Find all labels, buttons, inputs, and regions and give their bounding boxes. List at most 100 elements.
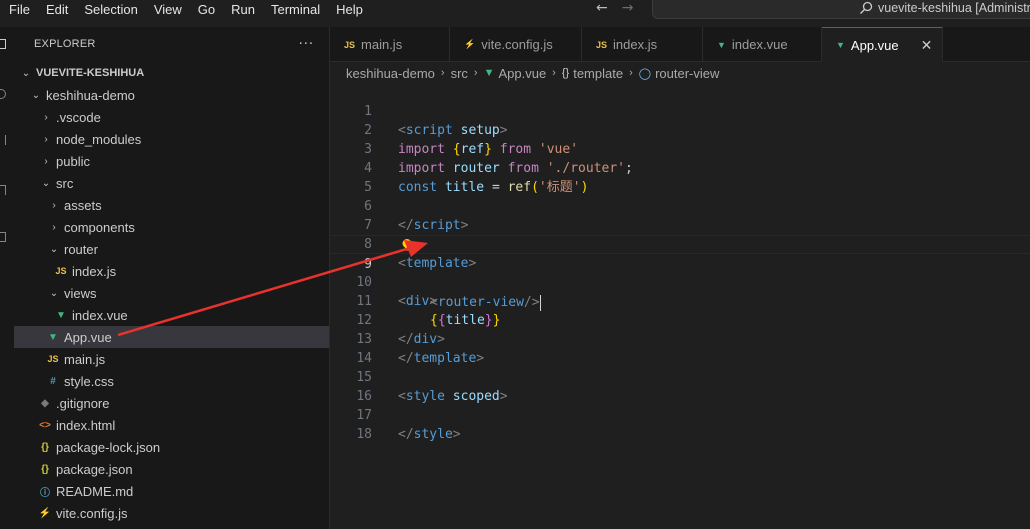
menu-file[interactable]: File — [0, 0, 30, 20]
tree-item-label: index.js — [72, 263, 117, 279]
breadcrumb-section[interactable]: template — [573, 66, 623, 81]
chevron-right-icon: › — [52, 221, 56, 233]
tree-item-label: style.css — [64, 373, 114, 389]
tree-item-label: keshihua-demo — [46, 87, 135, 103]
js-file-icon: JS — [55, 266, 67, 276]
sidebar-title: EXPLORER — [34, 38, 96, 50]
chevron-down-icon: ⌄ — [49, 243, 59, 255]
tree-item-label: router — [64, 241, 98, 257]
tree-item-package-lock-json[interactable]: {} package-lock.json — [14, 436, 329, 458]
tree-item-router-index-js[interactable]: JS index.js — [14, 260, 329, 282]
breadcrumb-folder[interactable]: src — [451, 66, 468, 81]
chevron-right-icon: › — [52, 199, 56, 211]
git-file-icon: ◆ — [41, 397, 49, 409]
menu-edit[interactable]: Edit — [37, 0, 68, 20]
tree-item-label: App.vue — [64, 329, 112, 345]
tree-item-package-json[interactable]: {} package.json — [14, 458, 329, 480]
tree-item-label: components — [64, 219, 135, 235]
title-bar: File Edit Selection View Go Run Terminal… — [0, 0, 1030, 20]
code-line: 17 </style> — [330, 387, 1030, 442]
tree-item-main-js[interactable]: JS main.js — [14, 348, 329, 370]
tree-item-readme[interactable]: ⓘ README.md — [14, 480, 329, 502]
tree-item-views-index-vue[interactable]: ▼ index.vue — [14, 304, 329, 326]
tree-item-label: package.json — [56, 461, 133, 477]
vue-file-icon: ▼ — [483, 67, 495, 79]
chevron-down-icon: ⌄ — [41, 177, 51, 189]
tree-item-keshihua-demo[interactable]: ⌄ keshihua-demo — [14, 84, 329, 106]
tree-item-index-html[interactable]: <> index.html — [14, 414, 329, 436]
close-tab-icon[interactable]: ✕ — [921, 37, 933, 54]
activity-bar — [0, 27, 14, 529]
tree-item-label: .gitignore — [56, 395, 110, 411]
code-line: 8 <template> — [330, 216, 1030, 271]
tab-index-vue[interactable]: ▼ index.vue — [703, 27, 822, 62]
search-icon — [860, 1, 873, 14]
tab-index-js[interactable]: JS index.js — [582, 27, 703, 62]
tree-item-label: vite.config.js — [56, 505, 128, 521]
lightbulb-icon[interactable] — [400, 238, 414, 252]
tree-item-label: src — [56, 175, 74, 191]
code-line: 12 </div> — [330, 292, 1030, 347]
command-center[interactable]: vuevite-keshihua [Administrator] — [652, 0, 1030, 19]
chevron-right-icon: › — [629, 67, 633, 79]
line-number: 18 — [356, 427, 372, 442]
tree-item-app-vue[interactable]: ▼ App.vue — [14, 326, 329, 348]
tree-item-gitignore[interactable]: ◆ .gitignore — [14, 392, 329, 414]
menu-go[interactable]: Go — [189, 0, 215, 20]
run-debug-icon[interactable] — [0, 185, 6, 195]
tree-root[interactable]: ⌄ VUEVITE-KESHIHUA — [14, 62, 329, 84]
code-editor[interactable]: 1 <script setup> 2 import {ref} from 'vu… — [330, 82, 1030, 529]
breadcrumb-file[interactable]: App.vue — [498, 66, 546, 81]
tree-item-router[interactable]: ⌄ router — [14, 238, 329, 260]
chevron-right-icon: › — [552, 67, 556, 79]
more-actions-icon[interactable]: ··· — [299, 37, 314, 52]
vite-file-icon: ⚡ — [464, 39, 476, 49]
breadcrumb: keshihua-demo › src › ▼ App.vue › {} tem… — [346, 63, 719, 83]
tree-root-label: VUEVITE-KESHIHUA — [36, 67, 145, 79]
info-file-icon: ⓘ — [40, 487, 50, 499]
tree-item-vite-config[interactable]: ⚡ vite.config.js — [14, 502, 329, 524]
source-control-icon[interactable] — [0, 135, 6, 145]
search-activity-icon[interactable] — [0, 89, 6, 99]
code-line: 7 — [330, 197, 1030, 233]
menu-view[interactable]: View — [145, 0, 182, 20]
explorer-icon[interactable] — [0, 39, 6, 49]
tree-item-vscode[interactable]: › .vscode — [14, 106, 329, 128]
tree-item-views[interactable]: ⌄ views — [14, 282, 329, 304]
tree-item-style-css[interactable]: # style.css — [14, 370, 329, 392]
menu-run[interactable]: Run — [222, 0, 255, 20]
tree-item-label: README.md — [56, 483, 134, 499]
menu-help[interactable]: Help — [327, 0, 363, 20]
breadcrumb-element[interactable]: router-view — [655, 66, 719, 81]
tab-vite-config[interactable]: ⚡ vite.config.js — [450, 27, 582, 62]
chevron-down-icon: ⌄ — [31, 89, 41, 101]
tree-item-assets[interactable]: › assets — [14, 194, 329, 216]
code-line: 14 — [330, 330, 1030, 366]
vue-file-icon: ▼ — [56, 309, 66, 321]
tab-main-js[interactable]: JS main.js — [330, 27, 450, 62]
tree-item-components[interactable]: › components — [14, 216, 329, 238]
code-line: 11 {{title}} — [330, 273, 1030, 328]
tab-app-vue[interactable]: ▼ App.vue ✕ — [822, 27, 943, 62]
tab-label: index.vue — [731, 37, 788, 52]
html-file-icon: <> — [39, 419, 51, 431]
menu-selection[interactable]: Selection — [75, 0, 137, 20]
tree-item-label: package-lock.json — [56, 439, 161, 455]
code-line: 2 import {ref} from 'vue' — [330, 102, 1030, 157]
js-file-icon: JS — [47, 354, 59, 364]
menu-terminal[interactable]: Terminal — [262, 0, 320, 20]
breadcrumb-project[interactable]: keshihua-demo — [346, 66, 435, 81]
code-line: 13 </template> — [330, 311, 1030, 366]
back-arrow-icon[interactable]: ← — [596, 0, 608, 18]
tree-item-label: index.vue — [72, 307, 128, 323]
tree-item-src[interactable]: ⌄ src — [14, 172, 329, 194]
vue-file-icon: ▼ — [836, 40, 845, 50]
extensions-icon[interactable] — [0, 232, 6, 242]
file-tree: ⌄ VUEVITE-KESHIHUA ⌄ keshihua-demo › .vs… — [14, 62, 329, 524]
code-line: 16 — [330, 368, 1030, 404]
json-file-icon: {} — [41, 441, 49, 453]
chevron-right-icon: › — [44, 133, 48, 145]
tree-item-public[interactable]: › public — [14, 150, 329, 172]
tree-item-node-modules[interactable]: › node_modules — [14, 128, 329, 150]
forward-arrow-icon[interactable]: → — [622, 0, 634, 18]
